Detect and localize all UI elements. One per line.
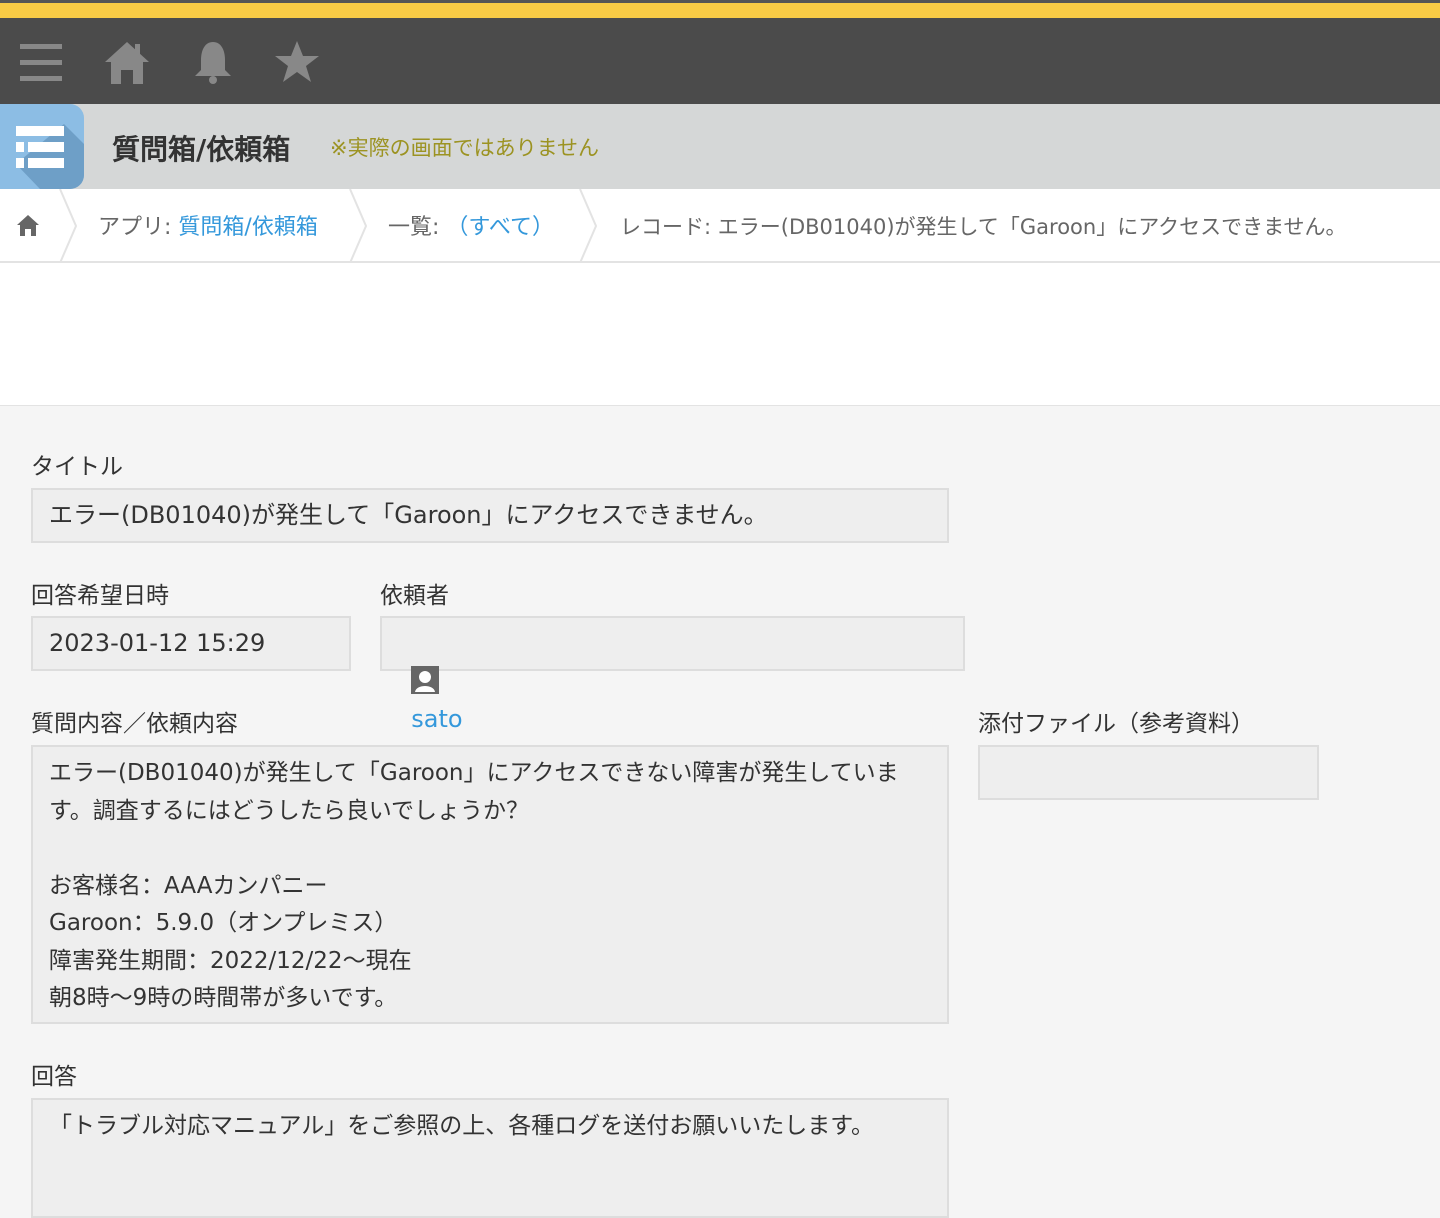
app-title: 質問箱/依頼箱	[112, 133, 291, 166]
notice-text: ※実際の画面ではありません	[330, 136, 599, 160]
content-field: エラー(DB01040)が発生して「Garoon」にアクセスできない障害が発生し…	[31, 745, 949, 1024]
breadcrumb-separator	[579, 189, 598, 263]
breadcrumb-app-link[interactable]: 質問箱/依頼箱	[178, 215, 317, 240]
requester-field: sato	[380, 616, 965, 733]
breadcrumb: アプリ: 質問箱/依頼箱 一覧: （すべて） レコード: エラー(DB01040…	[0, 189, 1440, 263]
toolbar-area	[0, 263, 1440, 406]
top-accent-bar	[0, 0, 1440, 18]
breadcrumb-separator	[349, 189, 368, 263]
answer-field: 「トラブル対応マニュアル」をご参照の上、各種ログを送付お願いいたします。	[31, 1098, 949, 1218]
home-icon[interactable]	[16, 213, 40, 237]
requester-link[interactable]: sato	[411, 705, 462, 733]
content-label: 質問内容／依頼内容	[31, 711, 238, 737]
user-avatar-icon	[411, 666, 440, 694]
breadcrumb-separator	[59, 189, 78, 263]
breadcrumb-app: アプリ: 質問箱/依頼箱	[98, 209, 318, 241]
attachment-label: 添付ファイル（参考資料）	[978, 711, 1254, 737]
date-label: 回答希望日時	[31, 583, 169, 609]
title-label: タイトル	[31, 454, 123, 480]
menu-icon[interactable]	[17, 38, 65, 86]
bell-icon[interactable]	[189, 38, 237, 86]
requester-label: 依頼者	[380, 583, 449, 609]
breadcrumb-record: レコード: エラー(DB01040)が発生して「Garoon」にアクセスできませ…	[620, 215, 1347, 239]
attachment-field	[978, 745, 1319, 800]
app-list-icon	[0, 104, 84, 189]
star-icon[interactable]	[273, 38, 321, 86]
breadcrumb-app-prefix: アプリ:	[98, 215, 179, 240]
answer-label: 回答	[31, 1064, 77, 1090]
app-header: 質問箱/依頼箱 ※実際の画面ではありません	[0, 104, 1440, 189]
global-navbar	[0, 18, 1440, 104]
breadcrumb-list-prefix: 一覧:	[388, 215, 447, 240]
date-field: 2023-01-12 15:29	[31, 616, 351, 671]
home-icon[interactable]	[103, 38, 151, 86]
breadcrumb-list: 一覧: （すべて）	[388, 209, 554, 241]
title-field: エラー(DB01040)が発生して「Garoon」にアクセスできません。	[31, 488, 949, 543]
breadcrumb-list-link[interactable]: （すべて）	[446, 215, 554, 240]
